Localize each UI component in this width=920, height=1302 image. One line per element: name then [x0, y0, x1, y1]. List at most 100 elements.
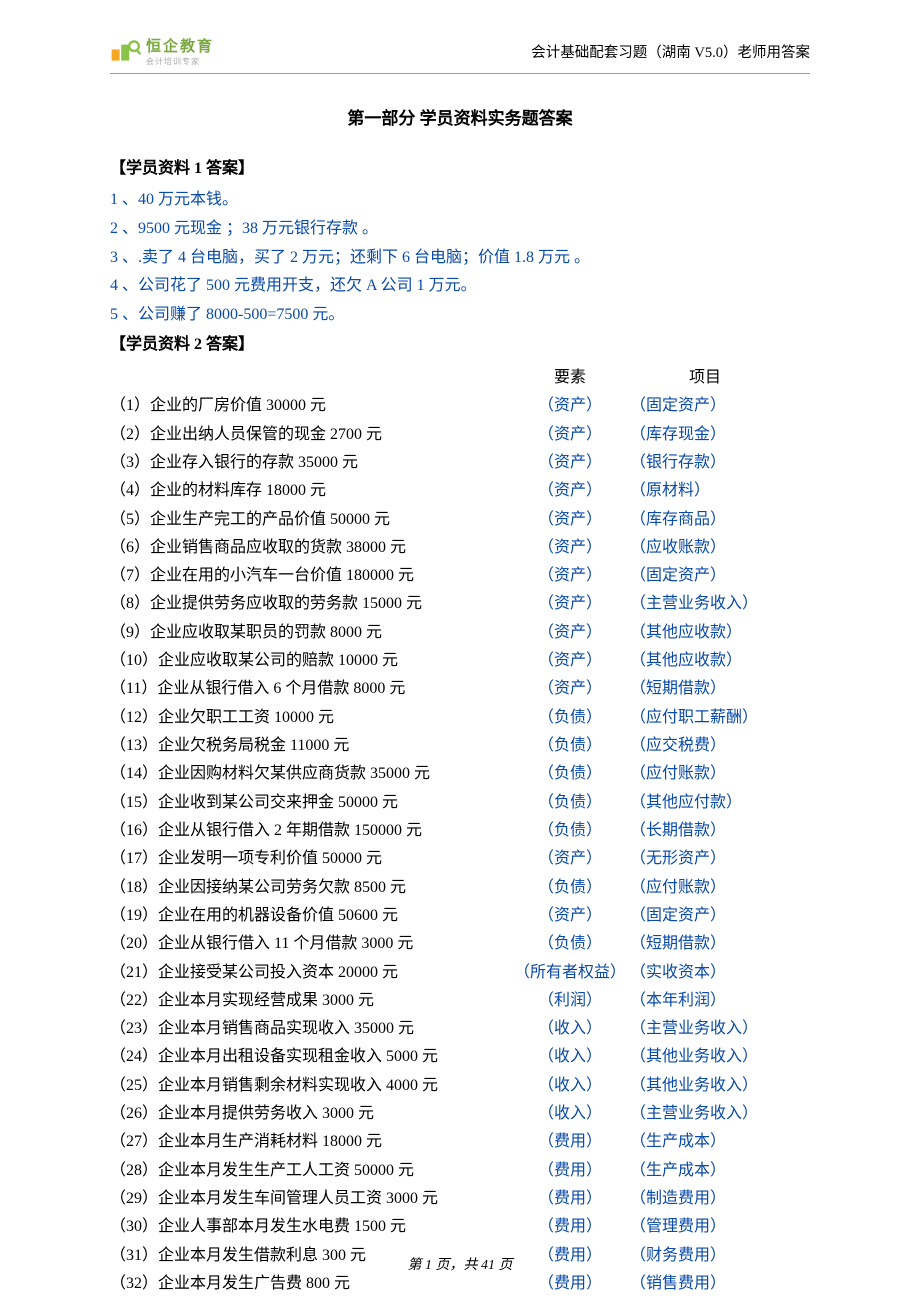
- logo-icon: [110, 38, 142, 64]
- cell-desc: （29）企业本月发生车间管理人员工资 3000 元: [110, 1185, 510, 1213]
- cell-desc: （18）企业因接纳某公司劳务欠款 8500 元: [110, 874, 510, 902]
- cell-desc: （3）企业存入银行的存款 35000 元: [110, 449, 510, 477]
- cell-item: （其他业务收入）: [630, 1072, 780, 1100]
- cell-item: （短期借款）: [630, 930, 780, 958]
- table-row: （1）企业的厂房价值 30000 元（资产）（固定资产）: [110, 392, 810, 420]
- section-1-body: 1 、40 万元本钱。2 、9500 元现金 ；38 万元银行存款 。3 、.卖…: [110, 186, 810, 330]
- cell-desc: （28）企业本月发生生产工人工资 50000 元: [110, 1157, 510, 1185]
- cell-item: （主营业务收入）: [630, 1015, 780, 1043]
- cell-element: （资产）: [510, 902, 630, 930]
- answer-line: 5 、公司赚了 8000-500=7500 元。: [110, 301, 810, 330]
- logo-subtext: 会计培训专家: [146, 56, 214, 67]
- page-header: 恒企教育 会计培训专家 会计基础配套习题（湖南 V5.0）老师用答案: [110, 35, 810, 74]
- cell-element: （资产）: [510, 477, 630, 505]
- table-row: （22）企业本月实现经营成果 3000 元（利润） （本年利润）: [110, 987, 810, 1015]
- cell-element: （负债）: [510, 930, 630, 958]
- cell-item: （原材料）: [630, 477, 780, 505]
- table-row: （14）企业因购材料欠某供应商货款 35000 元（负债） （应付账款）: [110, 760, 810, 788]
- cell-element: （负债）: [510, 732, 630, 760]
- cell-desc: （21）企业接受某公司投入资本 20000 元: [110, 959, 510, 987]
- cell-element: （费用）: [510, 1270, 630, 1298]
- cell-desc: （4）企业的材料库存 18000 元: [110, 477, 510, 505]
- cell-element: （负债）: [510, 760, 630, 788]
- table-row: （9）企业应收取某职员的罚款 8000 元（资产）（其他应收款）: [110, 619, 810, 647]
- cell-element: （资产）: [510, 845, 630, 873]
- cell-desc: （27）企业本月生产消耗材料 18000 元: [110, 1128, 510, 1156]
- cell-item: （应付账款）: [630, 760, 780, 788]
- cell-element: （负债）: [510, 817, 630, 845]
- cell-element: （负债）: [510, 704, 630, 732]
- header-title: 会计基础配套习题（湖南 V5.0）老师用答案: [531, 41, 810, 62]
- section-1-head: 【学员资料 1 答案】: [110, 154, 810, 178]
- cell-item: （其他应收款）: [630, 647, 780, 675]
- cell-item: （其他应付款）: [630, 789, 780, 817]
- cell-item: （应付账款）: [630, 874, 780, 902]
- table-row: （5）企业生产完工的产品价值 50000 元（资产）（库存商品）: [110, 506, 810, 534]
- cell-desc: （5）企业生产完工的产品价值 50000 元: [110, 506, 510, 534]
- answer-line: 2 、9500 元现金 ；38 万元银行存款 。: [110, 215, 810, 244]
- cell-item: （应付职工薪酬）: [630, 704, 780, 732]
- cell-element: （费用）: [510, 1185, 630, 1213]
- cell-element: （资产）: [510, 506, 630, 534]
- cell-element: （资产）: [510, 421, 630, 449]
- cell-desc: （22）企业本月实现经营成果 3000 元: [110, 987, 510, 1015]
- cell-desc: （10）企业应收取某公司的赔款 10000 元: [110, 647, 510, 675]
- logo-text: 恒企教育: [146, 35, 214, 56]
- cell-element: （负债）: [510, 789, 630, 817]
- cell-item: （库存商品）: [630, 506, 780, 534]
- table-row: （29）企业本月发生车间管理人员工资 3000 元（费用） （制造费用）: [110, 1185, 810, 1213]
- table-row: （18）企业因接纳某公司劳务欠款 8500 元（负债） （应付账款）: [110, 874, 810, 902]
- table-row: （8）企业提供劳务应收取的劳务款 15000 元（资产）（主营业务收入）: [110, 590, 810, 618]
- cell-item: （主营业务收入）: [630, 1100, 780, 1128]
- cell-element: （收入）: [510, 1043, 630, 1071]
- cell-desc: （19）企业在用的机器设备价值 50600 元: [110, 902, 510, 930]
- table-row: （12）企业欠职工工资 10000 元（负债）（应付职工薪酬）: [110, 704, 810, 732]
- cell-item: （销售费用）: [630, 1270, 780, 1298]
- cell-element: （费用）: [510, 1213, 630, 1241]
- col-item-head: 项目: [630, 364, 780, 392]
- cell-element: （收入）: [510, 1100, 630, 1128]
- table-row: （19）企业在用的机器设备价值 50600 元（资产） （固定资产）: [110, 902, 810, 930]
- table-header: 要素 项目: [110, 364, 810, 392]
- table-row: （21）企业接受某公司投入资本 20000 元（所有者权益） （实收资本）: [110, 959, 810, 987]
- table-row: （15）企业收到某公司交来押金 50000 元（负债） （其他应付款）: [110, 789, 810, 817]
- table-row: （20）企业从银行借入 11 个月借款 3000 元（负债） （短期借款）: [110, 930, 810, 958]
- cell-desc: （17）企业发明一项专利价值 50000 元: [110, 845, 510, 873]
- cell-item: （制造费用）: [630, 1185, 780, 1213]
- cell-element: （资产）: [510, 590, 630, 618]
- cell-item: （其他应收款）: [630, 619, 780, 647]
- cell-element: （资产）: [510, 449, 630, 477]
- cell-element: （资产）: [510, 619, 630, 647]
- answer-line: 1 、40 万元本钱。: [110, 186, 810, 215]
- cell-desc: （20）企业从银行借入 11 个月借款 3000 元: [110, 930, 510, 958]
- table-row: （25）企业本月销售剩余材料实现收入 4000 元（收入） （其他业务收入）: [110, 1072, 810, 1100]
- cell-item: （库存现金）: [630, 421, 780, 449]
- cell-desc: （30）企业人事部本月发生水电费 1500 元: [110, 1213, 510, 1241]
- cell-element: （费用）: [510, 1157, 630, 1185]
- cell-desc: （12）企业欠职工工资 10000 元: [110, 704, 510, 732]
- logo: 恒企教育 会计培训专家: [110, 35, 214, 67]
- cell-element: （资产）: [510, 647, 630, 675]
- cell-desc: （16）企业从银行借入 2 年期借款 150000 元: [110, 817, 510, 845]
- cell-desc: （7）企业在用的小汽车一台价值 180000 元: [110, 562, 510, 590]
- cell-element: （收入）: [510, 1015, 630, 1043]
- cell-element: （资产）: [510, 534, 630, 562]
- cell-item: （本年利润）: [630, 987, 780, 1015]
- table-row: （16）企业从银行借入 2 年期借款 150000 元（负债） （长期借款）: [110, 817, 810, 845]
- page-footer: 第 1 页，共 41 页: [0, 1254, 920, 1274]
- table-row: （28）企业本月发生生产工人工资 50000 元（费用） （生产成本）: [110, 1157, 810, 1185]
- answer-line: 3 、.卖了 4 台电脑，买了 2 万元；还剩下 6 台电脑；价值 1.8 万元…: [110, 244, 810, 273]
- cell-item: （生产成本）: [630, 1157, 780, 1185]
- cell-desc: （8）企业提供劳务应收取的劳务款 15000 元: [110, 590, 510, 618]
- cell-element: （收入）: [510, 1072, 630, 1100]
- section-2-head: 【学员资料 2 答案】: [110, 330, 810, 354]
- cell-element: （资产）: [510, 392, 630, 420]
- col-element-head: 要素: [510, 364, 630, 392]
- cell-item: （短期借款）: [630, 675, 780, 703]
- cell-element: （资产）: [510, 562, 630, 590]
- cell-item: （应交税费）: [630, 732, 780, 760]
- cell-desc: （6）企业销售商品应收取的货款 38000 元: [110, 534, 510, 562]
- cell-desc: （13）企业欠税务局税金 11000 元: [110, 732, 510, 760]
- cell-desc: （9）企业应收取某职员的罚款 8000 元: [110, 619, 510, 647]
- table-row: （32）企业本月发生广告费 800 元（费用） （销售费用）: [110, 1270, 810, 1298]
